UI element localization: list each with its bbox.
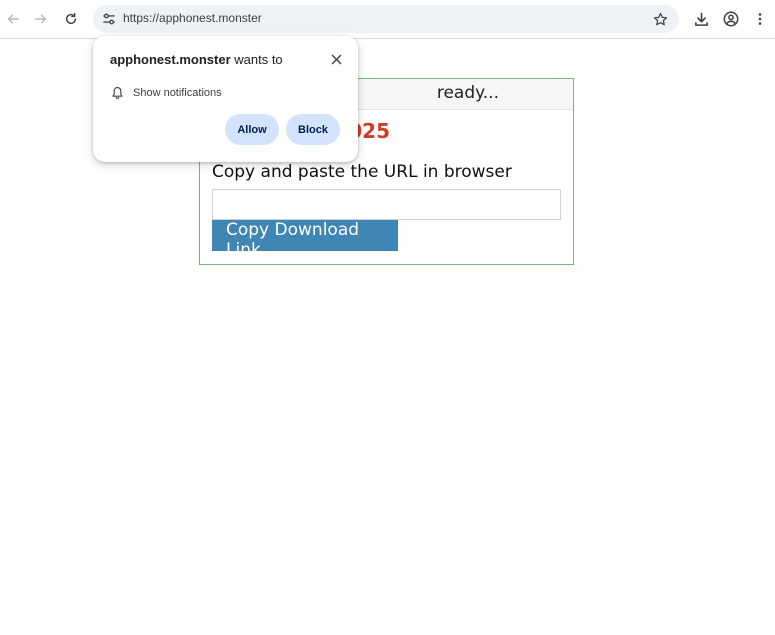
browser-toolbar: https://apphonest.monster [0,0,775,39]
permission-row: Show notifications [111,85,222,101]
downloads-button[interactable] [688,6,714,32]
reload-button[interactable] [58,6,84,32]
arrow-right-icon [35,14,47,24]
back-button[interactable] [0,6,26,32]
popup-site-name: apphonest.monster [110,52,231,67]
panel-header-text: ready... [436,83,499,103]
permission-label: Show notifications [133,87,222,99]
address-bar[interactable]: https://apphonest.monster [93,5,679,33]
tune-icon [103,13,115,25]
bookmark-button[interactable] [651,10,669,28]
popup-close-button[interactable] [328,51,344,67]
bell-icon [112,87,123,100]
download-icon [694,12,708,26]
forward-button[interactable] [28,6,54,32]
kebab-menu-icon [758,13,762,25]
profile-button[interactable] [718,6,744,32]
url-text[interactable]: https://apphonest.monster [123,11,262,25]
popup-wants-to: wants to [234,52,283,67]
allow-button[interactable]: Allow [225,114,279,145]
popup-title: apphonest.monster wants to [110,52,283,67]
copy-instructions: Copy and paste the URL in browser [212,162,512,182]
copy-download-link-button[interactable]: Copy Download Link [212,220,398,260]
star-icon [653,12,667,25]
reload-icon [65,12,77,25]
download-url-field[interactable] [212,189,561,220]
profile-icon [723,11,739,27]
close-icon [331,54,341,64]
site-info-button[interactable] [100,10,118,28]
notification-permission-popup: apphonest.monster wants to Show notifica… [93,36,358,162]
arrow-left-icon [7,14,19,24]
block-button[interactable]: Block [286,114,340,145]
menu-button[interactable] [747,6,773,32]
